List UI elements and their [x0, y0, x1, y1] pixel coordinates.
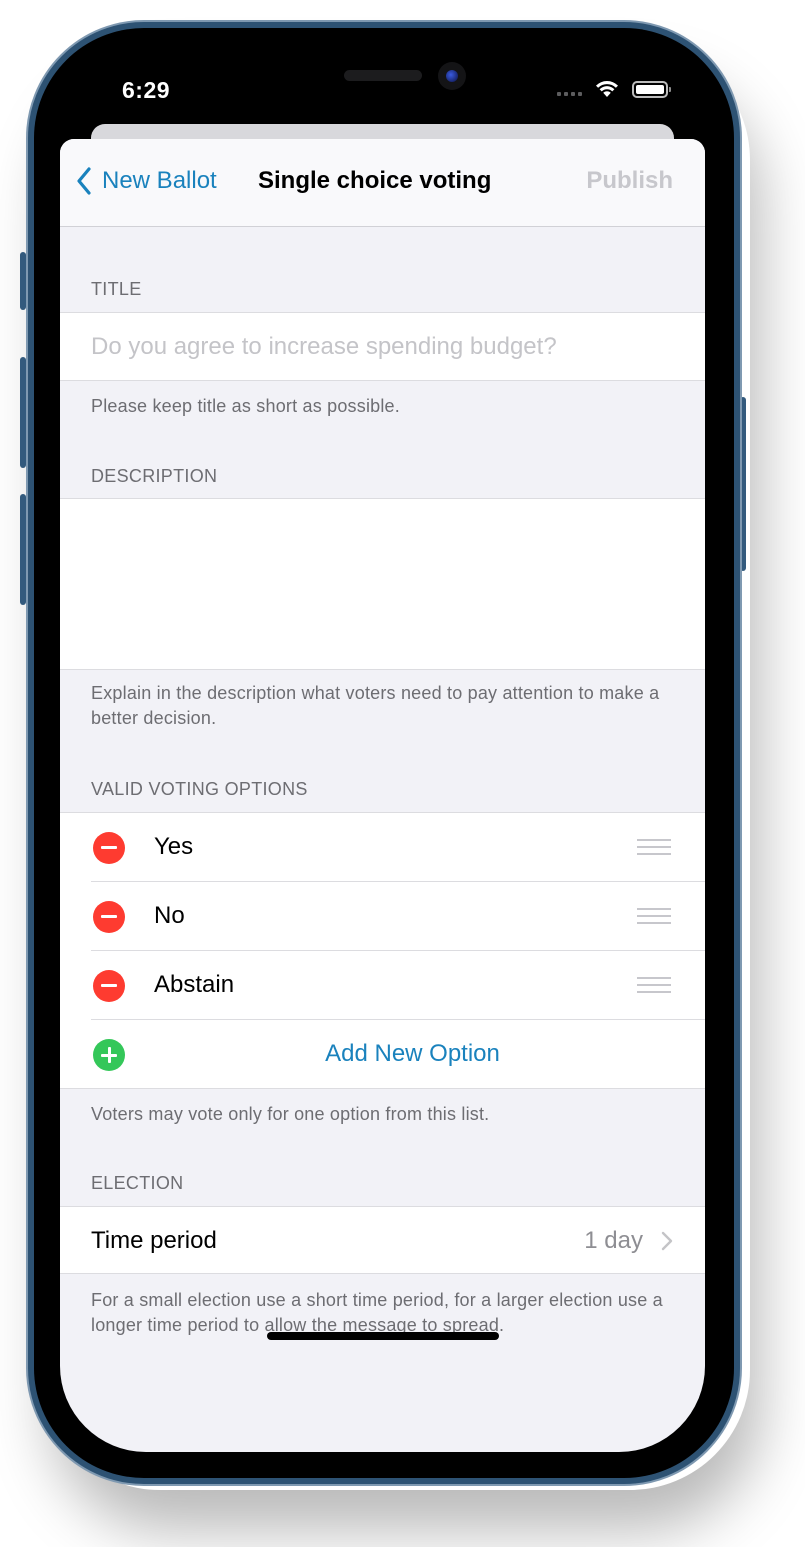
time-period-value: 1 day — [584, 1227, 643, 1254]
minus-circle-icon[interactable] — [93, 901, 125, 933]
minus-circle-icon[interactable] — [93, 970, 125, 1002]
election-cell: Time period 1 day — [60, 1206, 705, 1274]
form-sheet: New Ballot Single choice voting Publish … — [60, 139, 705, 1452]
status-time: 6:29 — [122, 77, 171, 103]
description-footer: Explain in the description what voters n… — [91, 683, 660, 728]
chevron-right-icon — [661, 1231, 673, 1251]
description-input[interactable] — [91, 511, 681, 656]
chevron-left-icon — [77, 167, 91, 195]
reorder-handle-icon[interactable] — [637, 908, 671, 926]
back-button[interactable]: New Ballot — [76, 167, 217, 195]
reorder-handle-icon[interactable] — [637, 977, 671, 995]
add-option-row[interactable]: Add New Option — [60, 1020, 705, 1089]
time-period-label: Time period — [91, 1227, 217, 1254]
description-cell — [60, 498, 705, 670]
option-label[interactable]: Yes — [154, 833, 193, 861]
title-input[interactable] — [91, 313, 681, 381]
back-button-label: New Ballot — [102, 167, 217, 194]
front-camera — [438, 62, 466, 90]
option-label[interactable]: Abstain — [154, 971, 234, 999]
reorder-handle-icon[interactable] — [637, 839, 671, 857]
publish-button[interactable]: Publish — [586, 167, 673, 195]
status-bar: 6:29 — [60, 54, 705, 124]
minus-circle-icon[interactable] — [93, 832, 125, 864]
cellular-signal-icon — [557, 92, 582, 96]
navigation-bar: New Ballot Single choice voting Publish — [60, 139, 705, 227]
title-footer: Please keep title as short as possible. — [91, 396, 400, 416]
option-label[interactable]: No — [154, 902, 185, 930]
title-cell — [60, 312, 705, 381]
add-new-option-button[interactable]: Add New Option — [60, 1040, 705, 1068]
description-section-header: DESCRIPTION — [91, 466, 218, 486]
option-row: Yes — [60, 813, 705, 882]
speaker-grille — [344, 70, 422, 81]
home-indicator[interactable] — [267, 1332, 499, 1340]
battery-icon — [632, 81, 671, 98]
options-list: Yes No Abstain Add New Option — [60, 812, 705, 1089]
election-footer: For a small election use a short time pe… — [91, 1290, 663, 1335]
time-period-row[interactable]: Time period 1 day — [60, 1207, 705, 1274]
option-row: No — [60, 882, 705, 951]
screen: 6:29 New Ballot Single choice voting Pub… — [60, 54, 705, 1452]
option-row: Abstain — [60, 951, 705, 1020]
page-title: Single choice voting — [258, 167, 492, 194]
options-footer: Voters may vote only for one option from… — [91, 1104, 490, 1124]
options-section-header: VALID VOTING OPTIONS — [91, 779, 308, 799]
title-section-header: TITLE — [91, 279, 142, 299]
election-section-header: ELECTION — [91, 1173, 184, 1193]
wifi-icon — [596, 81, 618, 97]
